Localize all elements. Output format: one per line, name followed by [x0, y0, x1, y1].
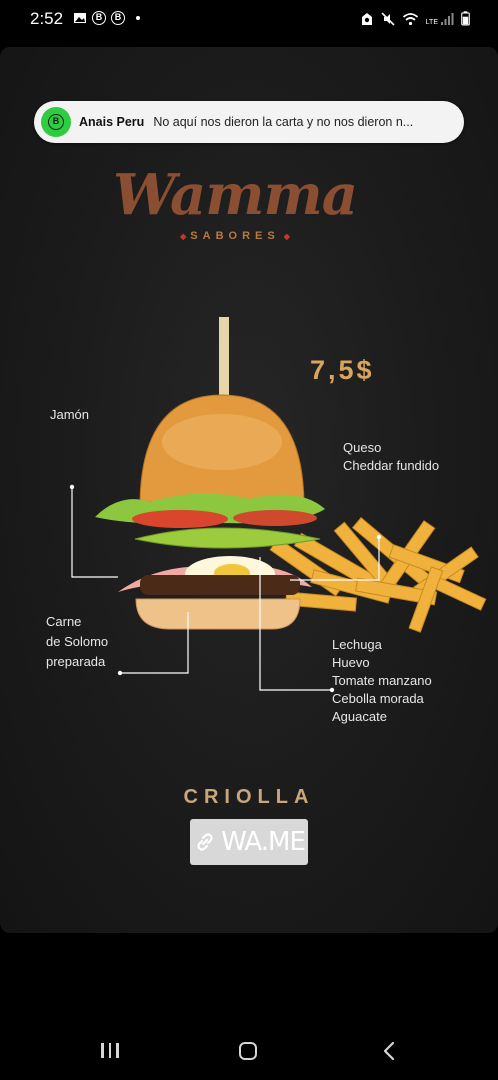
- status-left-icons: B B: [73, 11, 140, 25]
- label-carne: Carne de Solomo preparada: [46, 614, 109, 669]
- link-icon: [197, 833, 213, 851]
- navigation-bar: [0, 1020, 498, 1080]
- label-toppings: Lechuga Huevo Tomate manzano Cebolla mor…: [332, 636, 432, 726]
- bottom-bun: [135, 598, 301, 630]
- wifi-icon: [402, 12, 418, 25]
- skewer: [219, 317, 229, 395]
- topping-item: Lechuga: [332, 637, 382, 652]
- recents-button[interactable]: [101, 1043, 119, 1058]
- topping-item: Aguacate: [332, 709, 387, 724]
- status-right-icons: LTE: [360, 11, 470, 26]
- link-sticker[interactable]: WA.ME: [190, 819, 308, 865]
- alarm-icon: [361, 12, 372, 25]
- clock: 2:52: [30, 9, 64, 28]
- b-app-icon: B: [111, 11, 125, 25]
- fries: [269, 517, 487, 633]
- link-sticker-text: WA.ME: [221, 827, 306, 857]
- home-button[interactable]: [239, 1042, 257, 1060]
- b-app-icon: B: [92, 11, 106, 25]
- battery-icon: [461, 11, 470, 26]
- topping-item: Cebolla morada: [332, 691, 424, 706]
- topping-item: Huevo: [332, 655, 370, 670]
- back-button[interactable]: [380, 1041, 400, 1061]
- more-notifications-dot: [136, 16, 140, 20]
- label-queso: Queso Cheddar fundido: [343, 440, 440, 473]
- gallery-icon: [74, 13, 86, 23]
- status-story-viewer[interactable]: B Anais Peru No aquí nos dieron la carta…: [0, 47, 498, 933]
- label-jamon: Jamón: [50, 407, 90, 422]
- lte-signal-icon: LTE: [426, 12, 454, 26]
- topping-item: Tomate manzano: [332, 673, 432, 688]
- mute-vibrate-icon: [381, 11, 395, 26]
- status-bar: 2:52 B B LTE: [0, 0, 498, 40]
- product-name: CRIOLLA: [183, 786, 315, 808]
